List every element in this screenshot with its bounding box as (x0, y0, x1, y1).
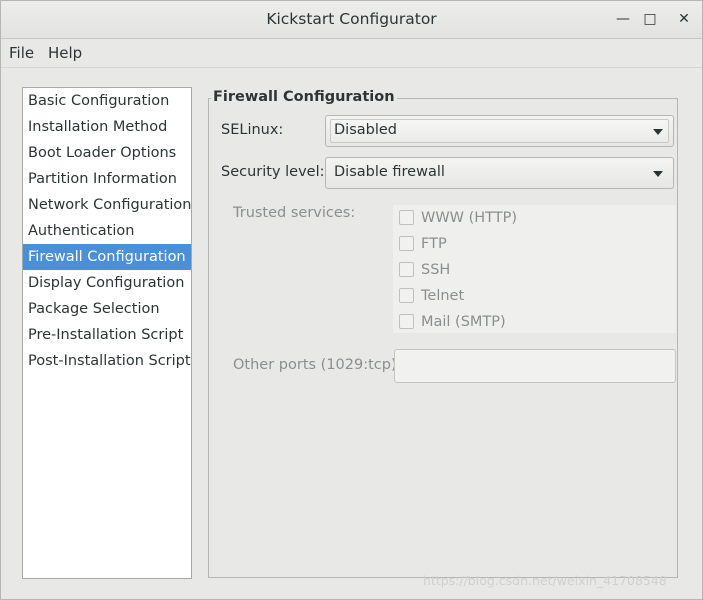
maximize-icon[interactable]: □ (641, 10, 659, 28)
checkbox-icon[interactable] (399, 288, 414, 303)
service-label: Mail (SMTP) (421, 314, 506, 330)
checkbox-icon[interactable] (399, 262, 414, 277)
trusted-services-list: WWW (HTTP) FTP SSH Telnet Mail (SMTP) (393, 205, 676, 333)
service-label: WWW (HTTP) (421, 210, 518, 226)
minimize-icon[interactable]: — (614, 10, 632, 28)
sidebar-item-post-installation-script[interactable]: Post-Installation Script (23, 348, 191, 374)
sidebar-item-display-configuration[interactable]: Display Configuration (23, 270, 191, 296)
menu-help[interactable]: Help (48, 44, 82, 62)
chevron-down-icon (653, 129, 663, 135)
checkbox-icon[interactable] (399, 236, 414, 251)
sidebar-item-installation-method[interactable]: Installation Method (23, 114, 191, 140)
security-level-dropdown[interactable]: Disable firewall (325, 157, 674, 189)
sidebar-item-pre-installation-script[interactable]: Pre-Installation Script (23, 322, 191, 348)
security-level-label: Security level: (221, 164, 325, 180)
service-label: Telnet (421, 288, 465, 304)
chevron-down-icon (653, 171, 663, 177)
sidebar-item-authentication[interactable]: Authentication (23, 218, 191, 244)
window-title: Kickstart Configurator (266, 10, 437, 28)
menu-file[interactable]: File (9, 44, 34, 62)
sidebar-item-package-selection[interactable]: Package Selection (23, 296, 191, 322)
close-icon[interactable]: ✕ (675, 10, 693, 28)
section-list: Basic Configuration Installation Method … (22, 87, 192, 579)
kickstart-window: Kickstart Configurator — □ ✕ File Help B… (0, 0, 703, 600)
other-ports-label: Other ports (1029:tcp): (233, 357, 402, 373)
sidebar-item-partition-information[interactable]: Partition Information (23, 166, 191, 192)
sidebar-item-firewall-configuration[interactable]: Firewall Configuration (23, 244, 191, 270)
sidebar-item-boot-loader-options[interactable]: Boot Loader Options (23, 140, 191, 166)
checkbox-icon[interactable] (399, 314, 414, 329)
security-level-value: Disable firewall (334, 164, 445, 180)
other-ports-input[interactable] (394, 349, 676, 383)
selinux-dropdown[interactable]: Disabled (325, 115, 674, 147)
checkbox-icon[interactable] (399, 210, 414, 225)
sidebar-item-network-configuration[interactable]: Network Configuration (23, 192, 192, 218)
watermark: https://blog.csdn.net/weixin_41708548 (423, 573, 667, 588)
firewall-frame-title: Firewall Configuration (211, 89, 397, 105)
selinux-label: SELinux: (221, 122, 284, 138)
sidebar-item-basic-configuration[interactable]: Basic Configuration (23, 88, 191, 114)
service-label: SSH (421, 262, 451, 278)
menu-bar: File Help (1, 39, 702, 68)
service-label: FTP (421, 236, 447, 252)
trusted-services-label: Trusted services: (233, 205, 356, 221)
title-bar[interactable]: Kickstart Configurator — □ ✕ (1, 1, 702, 39)
selinux-value: Disabled (334, 122, 397, 138)
